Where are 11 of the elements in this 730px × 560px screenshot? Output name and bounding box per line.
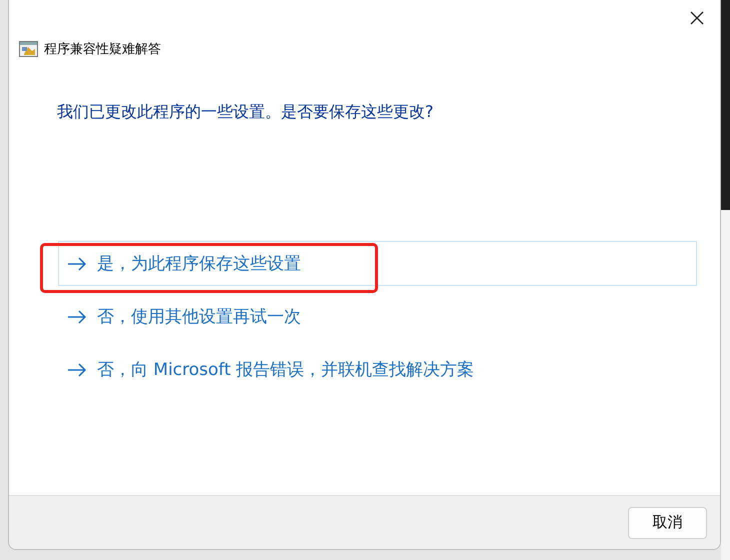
question-heading: 我们已更改此程序的一些设置。是否要保存这些更改? <box>57 102 434 123</box>
arrow-icon <box>67 310 87 324</box>
arrow-icon <box>67 362 87 376</box>
command-link[interactable]: 是，为此程序保存这些设置 <box>58 241 697 286</box>
cancel-button[interactable]: 取消 <box>628 506 707 538</box>
command-link[interactable]: 否，向 Microsoft 报告错误，并联机查找解决方案 <box>58 347 697 392</box>
command-link[interactable]: 否，使用其他设置再试一次 <box>58 294 697 339</box>
arrow-icon <box>67 256 87 270</box>
program-window-icon <box>19 41 38 57</box>
close-icon <box>690 11 704 25</box>
window-title: 程序兼容性疑难解答 <box>44 41 161 58</box>
